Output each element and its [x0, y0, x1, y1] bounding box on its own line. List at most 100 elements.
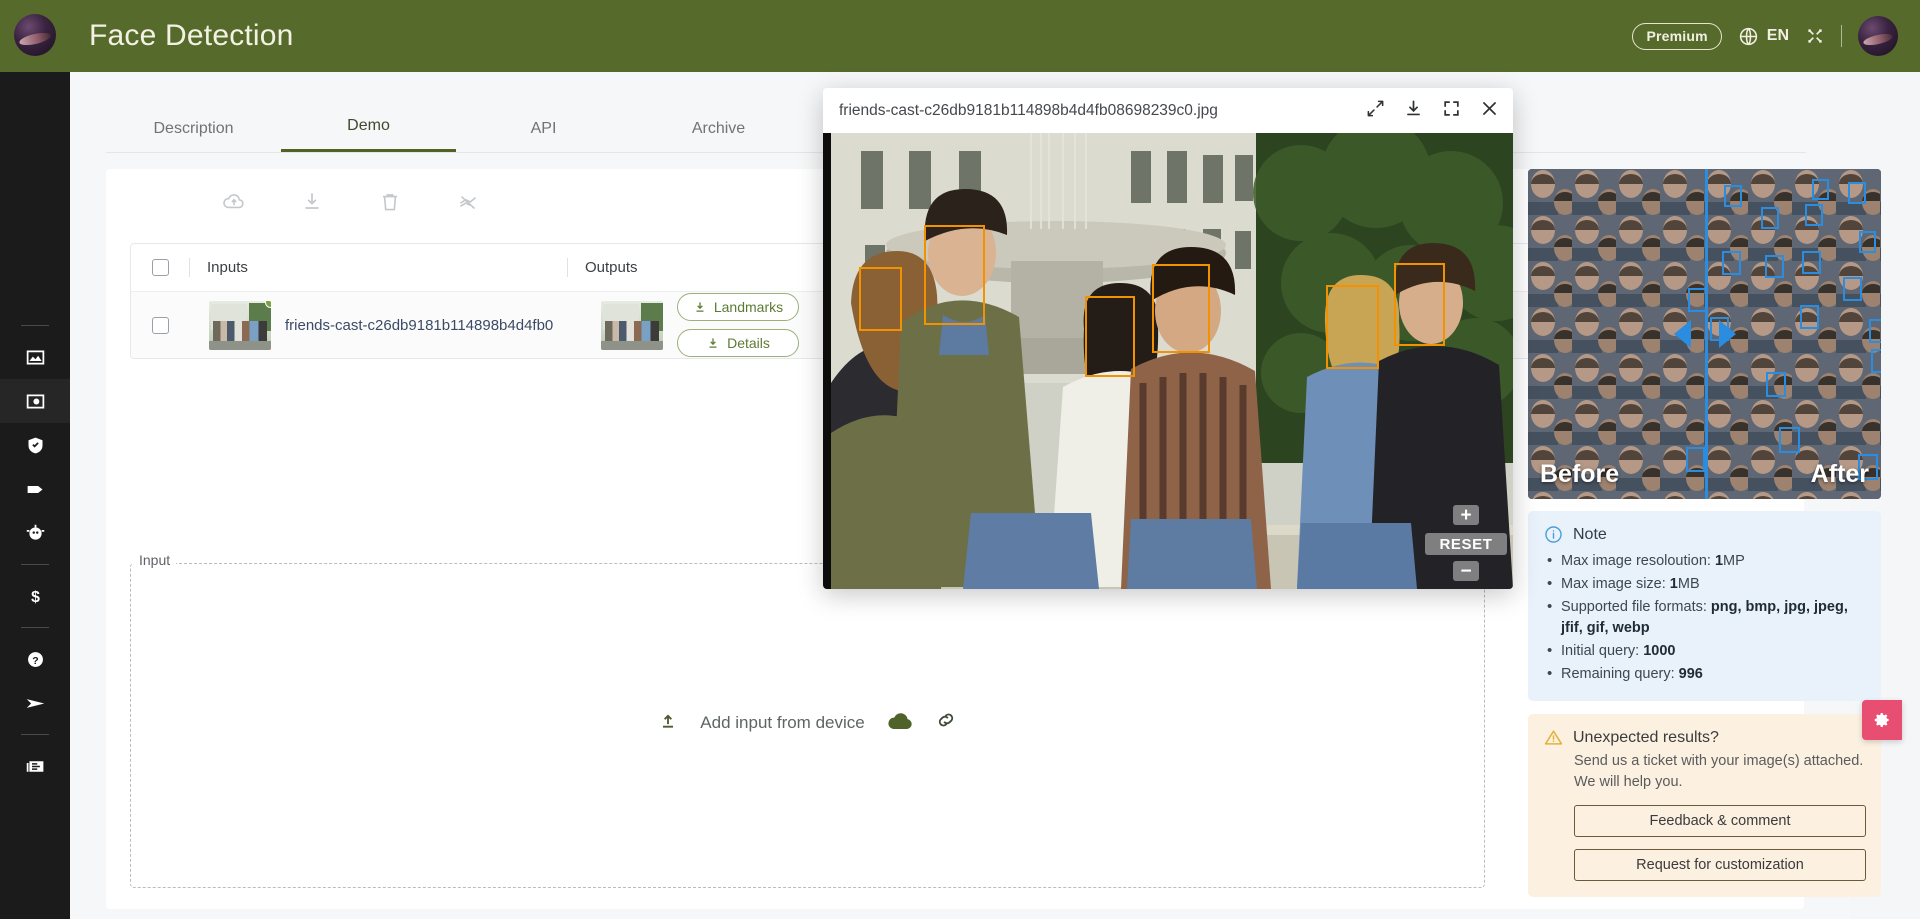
feedback-button[interactable]: Feedback & comment — [1574, 805, 1866, 837]
sidebar-item-help[interactable]: ? — [0, 637, 70, 681]
list-item: Supported file formats: png, bmp, jpg, j… — [1544, 596, 1865, 639]
face-box — [1802, 251, 1821, 274]
sidebar-item-tag[interactable] — [0, 467, 70, 511]
send-icon — [26, 698, 44, 708]
detected-image — [831, 133, 1513, 589]
face-box — [1843, 277, 1862, 301]
expand-diagonal-icon[interactable] — [1366, 99, 1385, 123]
download-icon[interactable] — [299, 189, 325, 215]
download-icon — [709, 338, 717, 348]
sidebar-item-camera[interactable] — [0, 379, 70, 423]
download-icon — [696, 302, 704, 312]
zoom-controls: + RESET − — [1425, 503, 1507, 585]
note-title: Note — [1573, 525, 1607, 543]
collapse-icon[interactable] — [1805, 26, 1825, 46]
row-filename: friends-cast-c26db9181b114898b4d4fb0869 — [285, 316, 553, 334]
sidebar-item-robot[interactable] — [0, 511, 70, 555]
download-icon[interactable] — [1404, 99, 1423, 123]
details-label: Details — [727, 335, 770, 351]
avatar[interactable] — [1858, 16, 1898, 56]
sidebar-item-news[interactable] — [0, 744, 70, 788]
sidebar-item-send[interactable] — [0, 681, 70, 725]
header-divider — [567, 258, 568, 277]
tab-api[interactable]: API — [456, 120, 631, 152]
face-box — [1871, 349, 1881, 373]
unexpected-title: Unexpected results? — [1573, 728, 1719, 746]
face-box — [1761, 207, 1779, 229]
list-item: Initial query: 1000 — [1544, 640, 1865, 662]
note-item-unit: MP — [1723, 553, 1745, 569]
header-actions: Premium EN — [1632, 16, 1920, 56]
language-selector[interactable]: EN — [1738, 26, 1789, 47]
zoom-reset-button[interactable]: RESET — [1425, 533, 1507, 555]
face-box — [1686, 447, 1705, 472]
page-title: Face Detection — [89, 19, 294, 52]
face-box — [1869, 319, 1881, 343]
face-box — [1779, 427, 1800, 453]
camera-icon — [26, 394, 44, 408]
tab-demo[interactable]: Demo — [281, 117, 456, 152]
face-box — [1765, 255, 1784, 278]
add-input-row: Add input from device — [131, 709, 1484, 736]
right-sidebar: Before After Note Max image resoloution:… — [1528, 169, 1881, 897]
before-after-handle[interactable] — [1673, 319, 1736, 349]
image-icon — [26, 350, 44, 364]
output-thumbnail[interactable] — [601, 300, 663, 350]
zoom-in-button[interactable]: + — [1453, 505, 1479, 525]
select-all-checkbox[interactable] — [151, 259, 169, 276]
trash-icon[interactable] — [377, 189, 403, 215]
note-item-value: 996 — [1678, 666, 1703, 682]
row-checkbox[interactable] — [151, 316, 169, 334]
zoom-out-button[interactable]: − — [1453, 561, 1479, 581]
landmarks-button[interactable]: Landmarks — [677, 293, 799, 321]
dollar-icon: $ — [31, 588, 40, 605]
app-root: Face Detection Premium EN $ ? Descriptio… — [0, 0, 1920, 919]
input-thumbnail[interactable] — [209, 300, 271, 350]
question-icon: ? — [27, 651, 43, 667]
note-item-text: Remaining query: — [1561, 666, 1679, 682]
sidebar-divider — [21, 564, 49, 565]
face-box — [1724, 185, 1742, 207]
status-badge — [265, 300, 271, 308]
fullscreen-icon[interactable] — [1442, 99, 1461, 123]
list-item: Max image resoloution: 1MP — [1544, 550, 1865, 572]
note-item-value: 1 — [1714, 553, 1724, 569]
settings-tab-button[interactable] — [1862, 700, 1902, 740]
note-item-text: Max image size: — [1561, 576, 1670, 592]
list-item: Remaining query: 996 — [1544, 663, 1865, 685]
note-item-text: Supported file formats: — [1561, 599, 1711, 615]
sidebar-avatar[interactable] — [14, 14, 56, 56]
request-customization-button[interactable]: Request for customization — [1574, 849, 1866, 881]
tag-icon — [27, 485, 42, 493]
modal-image-area[interactable]: + RESET − — [823, 133, 1513, 589]
cloud-icon[interactable] — [887, 711, 913, 735]
face-box — [1766, 372, 1786, 397]
close-icon[interactable] — [1480, 99, 1499, 123]
gear-icon — [1874, 713, 1889, 727]
sidebar-item-pricing[interactable]: $ — [0, 574, 70, 618]
image-preview-modal: friends-cast-c26db9181b114898b4d4fb08698… — [823, 88, 1513, 589]
clear-landmarks-icon[interactable] — [455, 189, 481, 215]
tab-bar: Description Demo API Archive — [106, 100, 876, 152]
note-item-text: Initial query: — [1561, 643, 1644, 659]
robot-icon — [26, 524, 44, 540]
premium-badge[interactable]: Premium — [1632, 22, 1722, 50]
before-after-preview[interactable]: Before After — [1528, 169, 1881, 499]
add-input-label[interactable]: Add input from device — [700, 713, 864, 733]
face-box — [1722, 251, 1741, 275]
tab-archive[interactable]: Archive — [631, 120, 806, 152]
sidebar-item-image[interactable] — [0, 335, 70, 379]
input-dropzone[interactable]: Add input from device — [130, 563, 1485, 888]
unexpected-body: Send us a ticket with your image(s) atta… — [1574, 753, 1864, 790]
tab-description[interactable]: Description — [106, 120, 281, 152]
details-button[interactable]: Details — [677, 329, 799, 357]
upload-arrow-icon[interactable] — [658, 710, 678, 735]
link-icon[interactable] — [935, 709, 957, 736]
list-item: Max image size: 1MB — [1544, 573, 1865, 595]
left-sidebar: $ ? — [0, 14, 70, 919]
cloud-upload-icon[interactable] — [221, 189, 247, 215]
face-detection-box — [859, 267, 902, 331]
row-select-cell — [131, 316, 189, 334]
sidebar-item-shield[interactable] — [0, 423, 70, 467]
note-item-value: 1 — [1669, 576, 1678, 592]
